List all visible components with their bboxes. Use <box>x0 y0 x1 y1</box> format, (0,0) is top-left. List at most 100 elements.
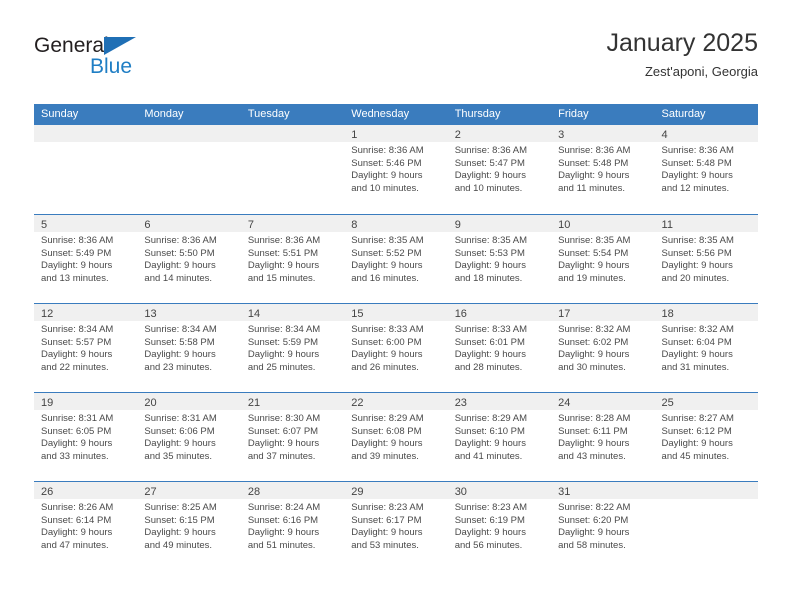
calendar-day-cell[interactable]: 27 Sunrise: 8:25 AM Sunset: 6:15 PM Dayligh… <box>137 482 241 570</box>
calendar-day-cell[interactable]: 8 Sunrise: 8:35 AM Sunset: 5:52 PM Daylight… <box>344 215 448 303</box>
calendar-day-cell[interactable]: 7 Sunrise: 8:36 AM Sunset: 5:51 PM Daylight… <box>240 215 345 303</box>
daylight-text-line2: and 20 minutes. <box>661 272 730 284</box>
generalblue-logo[interactable]: General Blue <box>34 34 254 88</box>
day-number-band: 30 <box>447 482 552 499</box>
calendar-day-cell[interactable]: 11 Sunrise: 8:35 AM Sunset: 5:56 PM Dayligh… <box>654 215 758 303</box>
weekday-header-saturday: Saturday <box>661 108 706 120</box>
weekday-header-wednesday: Wednesday <box>351 108 410 120</box>
sunrise-text: Sunrise: 8:29 AM <box>351 413 424 424</box>
sunrise-text: Sunrise: 8:34 AM <box>41 324 114 335</box>
day-number-band: 21 <box>240 393 345 410</box>
daylight-text-line2: and 28 minutes. <box>454 361 523 373</box>
sunset-text: Sunset: 6:12 PM <box>661 425 732 437</box>
sunset-text: Sunset: 5:59 PM <box>247 336 319 348</box>
day-details: Sunrise: 8:27 AM Sunset: 6:12 PM Daylight:… <box>655 410 758 463</box>
daylight-text-line1: Daylight: 9 hours <box>247 349 320 361</box>
day-number: 16 <box>454 308 467 320</box>
sunrise-text: Sunrise: 8:35 AM <box>454 235 528 246</box>
calendar-day-cell[interactable]: 2 Sunrise: 8:36 AM Sunset: 5:47 PM Daylight… <box>447 125 552 214</box>
calendar-day-cell[interactable]: 1 Sunrise: 8:36 AM Sunset: 5:46 PM Daylight… <box>344 125 448 214</box>
day-details: Sunrise: 8:36 AM Sunset: 5:47 PM Daylight:… <box>448 142 551 195</box>
daylight-text-line2: and 10 minutes. <box>351 182 419 194</box>
day-number-band: 2 <box>447 125 552 142</box>
daylight-text-line2: and 18 minutes. <box>454 272 523 284</box>
calendar-day-cell[interactable]: 10 Sunrise: 8:35 AM Sunset: 5:54 PM Dayligh… <box>551 215 655 303</box>
calendar-day-cell[interactable]: 15 Sunrise: 8:33 AM Sunset: 6:00 PM Dayligh… <box>344 304 448 392</box>
daylight-text-line2: and 16 minutes. <box>351 272 419 284</box>
sunrise-text: Sunrise: 8:26 AM <box>41 502 114 513</box>
daylight-text-line1: Daylight: 9 hours <box>247 527 320 539</box>
calendar-day-cell[interactable]: 29 Sunrise: 8:23 AM Sunset: 6:17 PM Dayligh… <box>344 482 448 570</box>
sunset-text: Sunset: 5:57 PM <box>41 336 112 348</box>
calendar-day-cell[interactable]: 12 Sunrise: 8:34 AM Sunset: 5:57 PM Dayligh… <box>34 304 138 392</box>
calendar-day-cell[interactable]: 3 Sunrise: 8:36 AM Sunset: 5:48 PM Daylight… <box>551 125 655 214</box>
sunrise-text: Sunrise: 8:36 AM <box>661 145 734 156</box>
daylight-text-line1: Daylight: 9 hours <box>351 527 423 539</box>
day-details: Sunrise: 8:36 AM Sunset: 5:51 PM Daylight:… <box>241 232 344 285</box>
sunset-text: Sunset: 5:49 PM <box>41 247 112 259</box>
daylight-text-line2: and 45 minutes. <box>661 450 730 462</box>
calendar-day-cell[interactable]: 31 Sunrise: 8:22 AM Sunset: 6:20 PM Dayligh… <box>551 482 655 570</box>
daylight-text-line2: and 22 minutes. <box>41 361 109 373</box>
calendar-day-cell[interactable]: 23 Sunrise: 8:29 AM Sunset: 6:10 PM Dayligh… <box>447 393 552 481</box>
daylight-text-line2: and 33 minutes. <box>41 450 109 462</box>
day-number: 10 <box>558 219 571 231</box>
day-number-band: 27 <box>137 482 241 499</box>
calendar-day-cell[interactable]: 30 Sunrise: 8:23 AM Sunset: 6:19 PM Dayligh… <box>447 482 552 570</box>
day-number-band: 14 <box>240 304 345 321</box>
calendar-day-cell[interactable]: 24 Sunrise: 8:28 AM Sunset: 6:11 PM Dayligh… <box>551 393 655 481</box>
daylight-text-line2: and 11 minutes. <box>558 182 626 194</box>
daylight-text-line2: and 53 minutes. <box>351 539 419 551</box>
day-details: Sunrise: 8:35 AM Sunset: 5:52 PM Daylight:… <box>344 232 447 285</box>
calendar-day-cell[interactable]: 16 Sunrise: 8:33 AM Sunset: 6:01 PM Dayligh… <box>447 304 552 392</box>
day-details: Sunrise: 8:29 AM Sunset: 6:08 PM Daylight:… <box>344 410 447 463</box>
calendar-day-cell[interactable]: 6 Sunrise: 8:36 AM Sunset: 5:50 PM Daylight… <box>137 215 241 303</box>
day-number: 18 <box>661 308 674 320</box>
daylight-text-line1: Daylight: 9 hours <box>661 438 733 450</box>
day-number-band: 29 <box>344 482 448 499</box>
calendar-page: General Blue January 2025 Zest'aponi, Ge… <box>0 0 792 612</box>
day-number: 9 <box>454 219 461 231</box>
daylight-text-line2: and 51 minutes. <box>247 539 316 551</box>
calendar-day-cell[interactable]: 21 Sunrise: 8:30 AM Sunset: 6:07 PM Dayligh… <box>240 393 345 481</box>
day-details: Sunrise: 8:30 AM Sunset: 6:07 PM Daylight:… <box>241 410 344 463</box>
calendar-day-cell[interactable]: 26 Sunrise: 8:26 AM Sunset: 6:14 PM Dayligh… <box>34 482 138 570</box>
calendar-day-cell[interactable]: 17 Sunrise: 8:32 AM Sunset: 6:02 PM Dayligh… <box>551 304 655 392</box>
day-number: 14 <box>247 308 261 320</box>
sunrise-text: Sunrise: 8:36 AM <box>351 145 424 156</box>
day-number-band: 20 <box>137 393 241 410</box>
sunset-text: Sunset: 6:07 PM <box>247 425 319 437</box>
day-number-band: 28 <box>240 482 345 499</box>
calendar-day-cell[interactable]: 20 Sunrise: 8:31 AM Sunset: 6:06 PM Dayligh… <box>137 393 241 481</box>
weekday-header-tuesday: Tuesday <box>247 108 290 120</box>
daylight-text-line2: and 12 minutes. <box>661 182 730 194</box>
sunset-text: Sunset: 5:56 PM <box>661 247 732 259</box>
calendar-day-cell[interactable]: 19 Sunrise: 8:31 AM Sunset: 6:05 PM Dayligh… <box>34 393 138 481</box>
day-number-band: 17 <box>551 304 655 321</box>
daylight-text-line1: Daylight: 9 hours <box>41 438 113 450</box>
sunrise-text: Sunrise: 8:30 AM <box>247 413 321 424</box>
calendar-day-cell[interactable]: 5 Sunrise: 8:36 AM Sunset: 5:49 PM Daylight… <box>34 215 138 303</box>
daylight-text-line1: Daylight: 9 hours <box>144 527 216 539</box>
daylight-text-line1: Daylight: 9 hours <box>454 527 526 539</box>
calendar-day-cell[interactable]: 18 Sunrise: 8:32 AM Sunset: 6:04 PM Dayligh… <box>654 304 758 392</box>
calendar-day-cell[interactable]: 4 Sunrise: 8:36 AM Sunset: 5:48 PM Daylight… <box>654 125 758 214</box>
day-number-band: 7 <box>240 215 345 232</box>
day-number: 5 <box>41 219 48 231</box>
calendar-day-cell[interactable]: 28 Sunrise: 8:24 AM Sunset: 6:16 PM Dayligh… <box>240 482 345 570</box>
day-number: 26 <box>41 486 54 498</box>
day-number: 7 <box>247 219 254 231</box>
calendar-day-cell[interactable]: 13 Sunrise: 8:34 AM Sunset: 5:58 PM Dayligh… <box>137 304 241 392</box>
daylight-text-line1: Daylight: 9 hours <box>454 349 526 361</box>
day-details: Sunrise: 8:36 AM Sunset: 5:50 PM Daylight:… <box>137 232 240 285</box>
calendar-day-cell[interactable]: 9 Sunrise: 8:35 AM Sunset: 5:53 PM Daylight… <box>447 215 552 303</box>
calendar-day-cell[interactable]: 22 Sunrise: 8:29 AM Sunset: 6:08 PM Dayligh… <box>344 393 448 481</box>
calendar-day-cell[interactable]: 25 Sunrise: 8:27 AM Sunset: 6:12 PM Dayligh… <box>654 393 758 481</box>
day-number: 29 <box>351 486 364 498</box>
day-details: Sunrise: 8:25 AM Sunset: 6:15 PM Daylight:… <box>137 499 240 552</box>
daylight-text-line2: and 47 minutes. <box>41 539 109 551</box>
calendar-day-cell[interactable]: 14 Sunrise: 8:34 AM Sunset: 5:59 PM Dayligh… <box>240 304 345 392</box>
calendar-week-row: 1 Sunrise: 8:36 AM Sunset: 5:46 PM Daylight… <box>34 125 758 214</box>
day-number-band: 24 <box>551 393 655 410</box>
sunset-text: Sunset: 6:11 PM <box>558 425 628 437</box>
